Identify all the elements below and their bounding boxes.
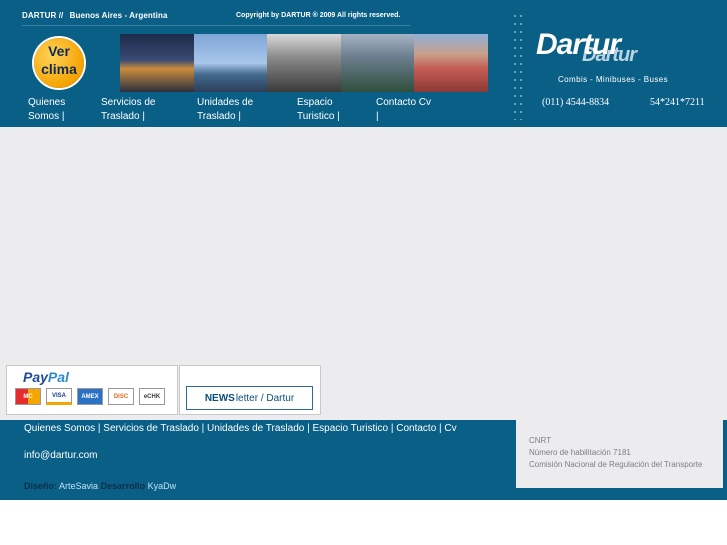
copyright: Copyright by DARTUR ® 2009 All rights re…	[236, 12, 401, 19]
main-nav: Quienes Somos | Servicios de Traslado | …	[0, 96, 508, 127]
photo-stadium	[340, 34, 415, 92]
dotted-divider	[512, 12, 524, 120]
visa-icon: VISA	[46, 388, 72, 405]
header-divider	[22, 25, 410, 26]
newsletter-bold: NEWS	[204, 392, 235, 404]
footer-nav[interactable]: Quienes Somos | Servicios de Traslado | …	[24, 423, 457, 434]
brand-short: DARTUR //	[22, 11, 64, 20]
cnrt-agency: Comisión Nacional de Regulación del Tran…	[529, 460, 703, 469]
cnrt-info: CNRT Número de habilitación 7181 Comisió…	[516, 420, 723, 488]
nav-label: Quienes	[28, 97, 66, 108]
credits-label: Diseño:	[24, 481, 58, 491]
photo-tango	[267, 34, 341, 92]
mastercard-icon: MC	[15, 388, 41, 405]
paypal-logo: PayPal	[23, 369, 69, 385]
top-line: DARTUR // Buenos Aires - Argentina	[22, 11, 168, 20]
paypal-logo-accent: Pal	[47, 369, 69, 385]
credits-label: Desarrollo	[100, 481, 146, 491]
credits-link-kyadw[interactable]: KyaDw	[148, 481, 177, 491]
newsletter-rest: letter / Dartur	[235, 392, 295, 404]
weather-label-1: Ver	[48, 43, 70, 59]
nav-label: Somos |	[28, 111, 65, 122]
nav-espacio-turistico[interactable]: Espacio Turistico |	[297, 96, 340, 124]
nav-quienes-somos[interactable]: Quienes Somos |	[28, 96, 65, 124]
nav-label: Traslado |	[197, 111, 241, 122]
paypal-box[interactable]: PayPal MC VISA AMEX DISC eCHK	[6, 365, 178, 415]
cnrt-title: CNRT	[529, 436, 552, 445]
phone-number-2: 54*241*7211	[650, 97, 705, 108]
nav-label: Turistico |	[297, 111, 340, 122]
payment-cards: MC VISA AMEX DISC eCHK	[15, 388, 165, 405]
nav-unidades[interactable]: Unidades de Traslado |	[197, 96, 253, 124]
footer-email-link[interactable]: info@dartur.com	[24, 450, 98, 461]
photo-casa-rosada	[414, 34, 488, 92]
discover-icon: DISC	[108, 388, 134, 405]
cnrt-license: Número de habilitación 7181	[529, 448, 631, 457]
nav-label: Servicios de	[101, 97, 156, 108]
footer-bottom-bar	[0, 497, 727, 500]
newsletter-button[interactable]: NEWS letter / Dartur	[186, 386, 313, 410]
city-label: Buenos Aires - Argentina	[69, 11, 168, 20]
photo-bridge	[193, 34, 268, 92]
nav-contacto-cv[interactable]: Contacto Cv |	[376, 96, 431, 124]
weather-button[interactable]: Ver clima	[34, 38, 84, 88]
tagline: Combis - Minibuses - Buses	[558, 75, 668, 84]
brand-logo[interactable]: Dartur	[536, 28, 621, 62]
nav-label: Traslado |	[101, 111, 145, 122]
photo-banner	[120, 34, 488, 92]
footer-credits: Diseño: ArteSavia Desarrollo KyaDw	[24, 481, 176, 491]
credits-link-artesavia[interactable]: ArteSavia	[59, 481, 98, 491]
nav-servicios[interactable]: Servicios de Traslado |	[101, 96, 155, 124]
newsletter-box: NEWS letter / Dartur	[179, 365, 321, 415]
echeck-icon: eCHK	[139, 388, 165, 405]
nav-label: Unidades de	[197, 97, 254, 108]
nav-label: Contacto Cv	[376, 97, 432, 108]
paypal-logo-main: Pay	[23, 369, 48, 385]
weather-label-2: clima	[41, 61, 77, 77]
photo-city-night	[120, 34, 194, 92]
amex-icon: AMEX	[77, 388, 103, 405]
nav-label: Espacio	[297, 97, 333, 108]
phone-number-1: (011) 4544-8834	[542, 97, 610, 108]
nav-label: |	[376, 111, 379, 122]
